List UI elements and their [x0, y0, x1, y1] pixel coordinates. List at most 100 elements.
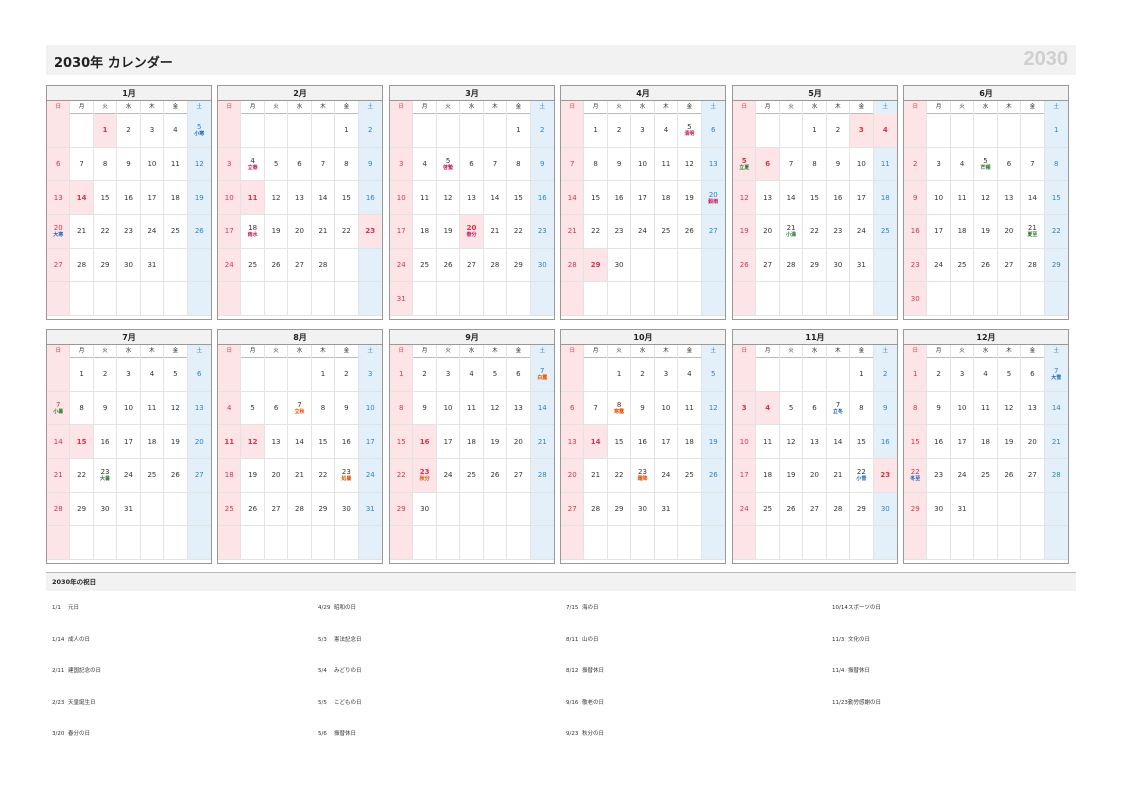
day-number: 8 — [593, 160, 598, 169]
day-cell: 2 — [358, 114, 382, 148]
day-number: 15 — [910, 437, 920, 446]
day-number: 5 — [1006, 370, 1012, 379]
empty-cell — [561, 526, 585, 561]
day-number: 18 — [147, 437, 157, 446]
day-number: 26 — [271, 261, 281, 270]
day-cell: 10 — [927, 181, 951, 216]
day-number: 7 — [320, 160, 326, 169]
day-cell: 19 — [436, 215, 461, 249]
day-cell: 31 — [850, 248, 874, 283]
month-11: 11月日月火水木金土 1 2 3 4 5 6 7 立冬 8 9 10 11 12 13 14 15 16 17 18 1… — [732, 329, 898, 564]
day-cell: 31 — [117, 492, 141, 527]
day-cell: 6 — [1021, 358, 1045, 392]
day-cell: 27 — [701, 215, 725, 249]
weekday-label: 火 — [94, 345, 118, 358]
day-number: 1 — [912, 370, 918, 379]
day-number: 22 — [341, 227, 351, 236]
day-number: 22 — [1051, 227, 1061, 236]
day-number: 28 — [318, 261, 328, 270]
day-cell: 1 — [803, 114, 827, 148]
holiday-name: 元日 — [68, 605, 80, 611]
day-number: 14 — [295, 437, 304, 446]
day-number: 30 — [537, 261, 547, 270]
day-number: 13 — [763, 193, 773, 202]
day-cell: 6 — [264, 391, 289, 426]
holiday-name: 建国記念の日 — [68, 668, 102, 674]
weekday-label: 日 — [218, 345, 242, 358]
empty-cell — [1044, 282, 1068, 317]
empty-cell — [241, 358, 265, 392]
empty-cell — [436, 492, 461, 527]
weekday-header: 日月火水木金土 — [218, 101, 382, 114]
empty-cell — [218, 114, 242, 148]
day-number: 29 — [810, 261, 819, 270]
day-number: 25 — [420, 261, 430, 270]
day-number: 24 — [124, 471, 133, 480]
weekday-header: 日月火水木金土 — [47, 101, 211, 114]
weekday-header: 日月火水木金土 — [390, 101, 554, 114]
weekday-label: 日 — [390, 345, 414, 358]
holiday-date: 1/1 — [52, 605, 61, 611]
day-number: 29 — [77, 505, 87, 514]
solar-term: 立秋 — [294, 409, 305, 416]
day-number: 5 — [983, 157, 988, 166]
day-cell: 12 — [241, 425, 265, 460]
day-cell: 11 — [678, 391, 702, 426]
day-cell: 22 — [1044, 215, 1068, 249]
day-cell: 21 — [288, 459, 312, 493]
day-cell: 30 — [335, 492, 359, 527]
weekday-label: 土 — [701, 345, 725, 358]
day-number: 16 — [124, 193, 133, 202]
day-number: 18 — [420, 227, 430, 236]
day-cell: 25 — [241, 248, 265, 283]
day-cell: 18 雨水 — [241, 215, 265, 249]
day-number: 16 — [910, 227, 920, 236]
day-cell: 4 — [678, 358, 702, 392]
weekday-label: 日 — [390, 101, 414, 114]
day-cell: 29 — [584, 248, 608, 283]
day-number: 26 — [194, 227, 204, 236]
day-number: 19 — [271, 227, 281, 236]
day-cell: 17 — [218, 215, 242, 249]
empty-cell — [561, 358, 585, 392]
weekday-label: 木 — [484, 101, 508, 114]
weekday-label: 木 — [141, 345, 165, 358]
day-number: 17 — [443, 437, 453, 446]
weekday-label: 月 — [70, 101, 94, 114]
month-12: 12月日月火水木金土 1 2 3 4 5 6 7 大雪 8 9 10 11 12 13 14 15 16 17 18 1… — [903, 329, 1069, 564]
month-2: 2月日月火水木金土 1 2 3 4 立春 5 6 7 8 9 10 11 12 13 14 15 16 17 18 雨水… — [217, 85, 383, 320]
day-number: 30 — [910, 294, 920, 303]
day-cell: 25 — [654, 215, 679, 249]
day-cell: 29 — [850, 492, 874, 527]
day-cell: 24 — [140, 215, 165, 249]
day-cell: 6 — [507, 358, 531, 392]
empty-cell — [483, 526, 508, 561]
month-title: 11月 — [733, 330, 897, 345]
day-cell: 27 — [756, 248, 780, 283]
day-number: 6 — [469, 160, 474, 169]
day-cell: 9 — [631, 391, 655, 426]
day-cell: 31 — [390, 282, 414, 317]
day-number: 2 — [126, 126, 131, 135]
day-number: 12 — [490, 404, 500, 413]
solar-term: 秋分 — [419, 476, 430, 483]
empty-cell — [288, 526, 312, 561]
day-number: 29 — [590, 261, 601, 270]
solar-term: 立春 — [247, 165, 258, 172]
empty-cell — [733, 282, 757, 317]
empty-cell — [826, 526, 851, 561]
day-number: 26 — [684, 227, 694, 236]
month-3: 3月日月火水木金土 1 2 3 4 5 啓蟄 6 7 8 9 10 11 12 13 14 15 16 17 18 19… — [389, 85, 555, 320]
holiday-item: 10/14スポーツの日 — [832, 603, 881, 611]
day-cell: 22 — [607, 459, 632, 493]
weekday-label: 木 — [827, 101, 851, 114]
day-cell: 3 — [218, 147, 242, 182]
day-cell: 2 — [335, 358, 359, 392]
day-cell: 19 — [779, 459, 804, 493]
day-cell: 14 — [1044, 391, 1068, 426]
day-number: 17 — [957, 437, 967, 446]
day-number: 25 — [170, 227, 180, 236]
empty-cell — [701, 526, 725, 561]
day-cell: 21 小満 — [779, 215, 804, 249]
day-cell: 23 — [873, 459, 897, 493]
